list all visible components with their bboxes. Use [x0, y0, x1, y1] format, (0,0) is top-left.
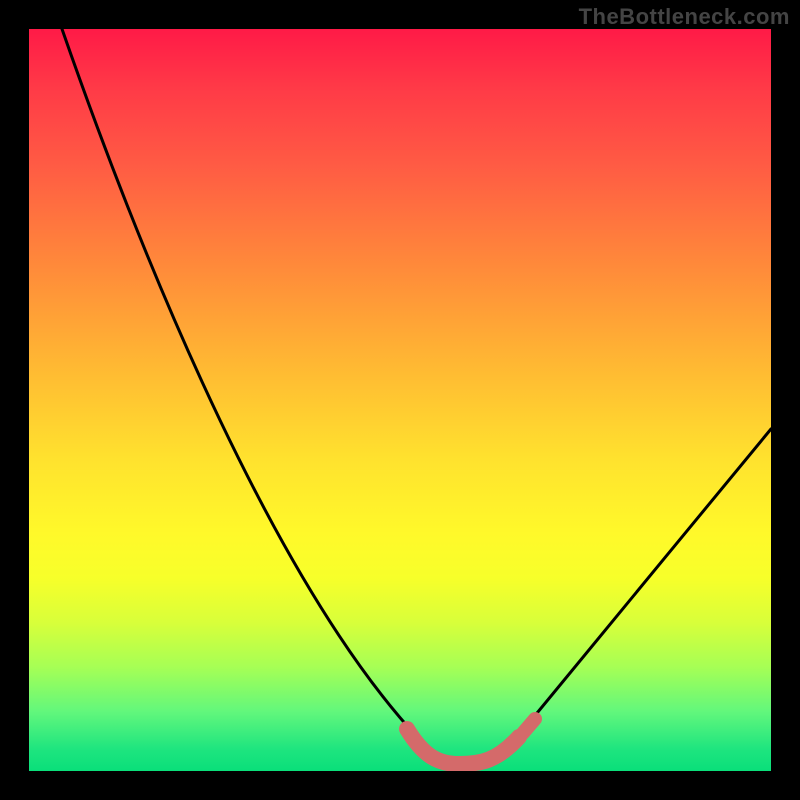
- optimal-region-end-tick: [523, 719, 535, 733]
- watermark-text: TheBottleneck.com: [579, 4, 790, 30]
- plot-area: [29, 29, 771, 771]
- optimal-region-highlight: [407, 729, 519, 764]
- chart-frame: TheBottleneck.com: [0, 0, 800, 800]
- chart-svg: [29, 29, 771, 771]
- bottleneck-curve: [62, 29, 771, 764]
